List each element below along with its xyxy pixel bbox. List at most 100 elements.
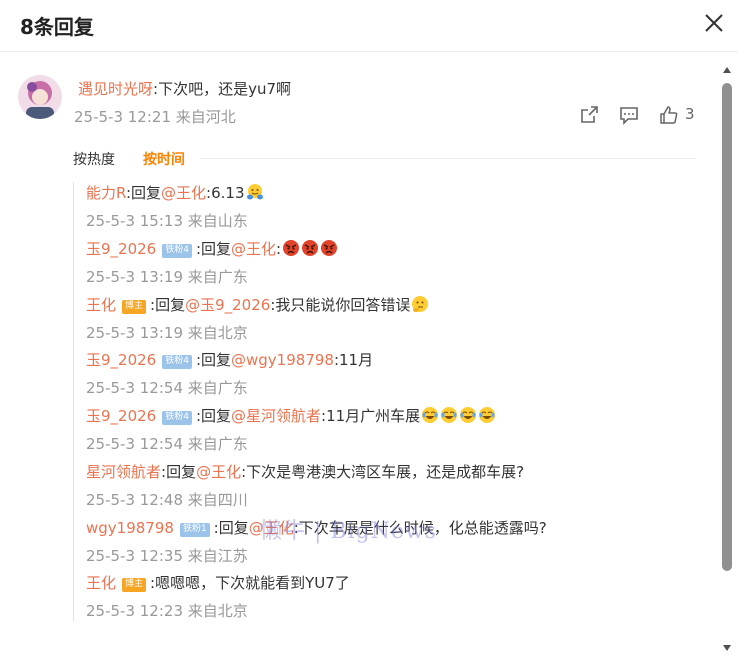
blogger-badge: 博主: [122, 578, 147, 592]
main-comment-line: 遇见时光呀:下次吧，还是yu7啊: [78, 78, 291, 99]
laugh-emoji-icon: [422, 407, 439, 423]
reply-prefix: :回复: [195, 351, 232, 369]
reply-text: :11月广州车展: [321, 407, 421, 425]
watermark: 懒牛 | BigNews: [260, 519, 438, 544]
reply-username[interactable]: 王化: [86, 296, 116, 314]
reply-item: 王化 博主:回复@玉9_2026:我只能说你回答错误 25-5-3 13:19 来自…: [86, 294, 696, 344]
reply-text: :下次是粤港澳大湾区车展，还是成都车展?: [241, 463, 525, 481]
reply-line: 星河领航者:回复@王化:下次是粤港澳大湾区车展，还是成都车展?: [86, 461, 696, 483]
mention-link[interactable]: @wgy198798: [231, 351, 334, 369]
share-icon[interactable]: [580, 104, 600, 126]
reply-prefix: :回复: [195, 240, 232, 258]
thumbs-up-icon[interactable]: [659, 104, 679, 126]
reply-username[interactable]: 玉9_2026: [86, 240, 156, 258]
reply-time: 25-5-3 15:13: [86, 212, 183, 230]
reply-location: 来自广东: [187, 268, 248, 286]
reply-item: 玉9_2026 铁粉4:回复@王化: 25-5-3 13:19 来自广东: [86, 238, 696, 288]
reply-line: 玉9_2026 铁粉4:回复@wgy198798:11月: [86, 349, 696, 371]
reply-location: 来自广东: [187, 435, 248, 453]
reply-meta: 25-5-3 12:54 来自广东: [86, 433, 696, 455]
reply-location: 来自四川: [187, 491, 248, 509]
reply-line: 王化 博主:嗯嗯嗯，下次就能看到YU7了: [86, 572, 696, 594]
mention-link[interactable]: @王化: [161, 184, 206, 202]
reply-item: 能力R:回复@王化:6.13 25-5-3 15:13 来自山东: [86, 182, 696, 232]
reply-meta: 25-5-3 13:19 来自北京: [86, 322, 696, 344]
dialog-header: 8条回复: [0, 0, 738, 52]
think-emoji-icon: [412, 296, 429, 312]
reply-line: 王化 博主:回复@玉9_2026:我只能说你回答错误: [86, 294, 696, 316]
reply-prefix: :回复: [195, 407, 232, 425]
reply-time: 25-5-3 12:48: [86, 491, 183, 509]
reply-location: 来自广东: [187, 379, 248, 397]
mention-link[interactable]: @星河领航者: [231, 407, 321, 425]
scrollbar-thumb[interactable]: [722, 83, 732, 571]
scroll-down-arrow[interactable]: [722, 644, 732, 652]
reply-username[interactable]: 星河领航者: [86, 463, 161, 481]
main-comment-location: 来自河北: [175, 108, 236, 126]
main-comment-text: :下次吧，还是yu7啊: [153, 80, 291, 98]
main-comment-time: 25-5-3 12:21: [74, 108, 171, 126]
reply-item: 王化 博主:嗯嗯嗯，下次就能看到YU7了 25-5-3 12:23 来自北京: [86, 572, 696, 622]
reply-meta: 25-5-3 12:35 来自江苏: [86, 545, 696, 567]
tab-sort-hot[interactable]: 按热度: [73, 149, 115, 169]
reply-item: 星河领航者:回复@王化:下次是粤港澳大湾区车展，还是成都车展? 25-5-3 12…: [86, 461, 696, 511]
mention-link[interactable]: @王化: [196, 463, 241, 481]
reply-meta: 25-5-3 12:54 来自广东: [86, 377, 696, 399]
divider: [200, 158, 696, 159]
like-count: 3: [685, 105, 695, 123]
blogger-badge: 博主: [122, 300, 147, 314]
reply-text: :嗯嗯嗯，下次就能看到YU7了: [150, 574, 350, 592]
fan-badge: 铁粉1: [179, 523, 210, 537]
main-comment-meta: 25-5-3 12:21 来自河北: [74, 106, 236, 127]
reply-line: 玉9_2026 铁粉4:回复@王化:: [86, 238, 696, 260]
reply-line: 玉9_2026 铁粉4:回复@星河领航者:11月广州车展: [86, 405, 696, 427]
reply-prefix: :回复: [150, 296, 186, 314]
reply-time: 25-5-3 12:35: [86, 547, 183, 565]
laugh-emoji-icon: [479, 407, 496, 423]
reply-username[interactable]: wgy198798: [86, 519, 174, 537]
reply-text: :11月: [333, 351, 374, 369]
reply-time: 25-5-3 12:54: [86, 435, 183, 453]
reply-prefix: :回复: [161, 463, 197, 481]
comment-thread: 遇见时光呀:下次吧，还是yu7啊 25-5-3 12:21 来自河北 3 按热度…: [0, 60, 716, 659]
mention-link[interactable]: @玉9_2026: [185, 296, 270, 314]
reply-location: 来自山东: [187, 212, 248, 230]
dialog-title: 8条回复: [20, 15, 94, 39]
reply-line: 能力R:回复@王化:6.13: [86, 182, 696, 204]
reply-list: 能力R:回复@王化:6.13 25-5-3 15:13 来自山东 玉9_2026 铁粉…: [73, 182, 703, 622]
hug-emoji-icon: [246, 184, 263, 200]
reply-username[interactable]: 王化: [86, 574, 116, 592]
reply-meta: 25-5-3 12:23 来自北京: [86, 600, 696, 622]
reply-text: :6.13: [206, 184, 245, 202]
close-icon[interactable]: [703, 12, 725, 34]
fan-badge: 铁粉4: [162, 244, 192, 258]
reply-meta: 25-5-3 13:19 来自广东: [86, 266, 696, 288]
reply-time: 25-5-3 12:23: [86, 602, 183, 620]
angry-emoji-icon: [302, 240, 319, 256]
reply-time: 25-5-3 13:19: [86, 324, 183, 342]
reply-time: 25-5-3 12:54: [86, 379, 183, 397]
angry-emoji-icon: [321, 240, 338, 256]
reply-item: 玉9_2026 铁粉4:回复@星河领航者:11月广州车展 25-5-3 12:54 …: [86, 405, 696, 455]
main-comment-username[interactable]: 遇见时光呀: [78, 80, 153, 98]
reply-text: :: [276, 240, 282, 258]
reply-prefix: :回复: [125, 184, 162, 202]
laugh-emoji-icon: [460, 407, 477, 423]
reply-meta: 25-5-3 15:13 来自山东: [86, 210, 696, 232]
reply-username[interactable]: 能力R: [86, 184, 126, 202]
reply-meta: 25-5-3 12:48 来自四川: [86, 489, 696, 511]
reply-username[interactable]: 玉9_2026: [86, 407, 156, 425]
reply-username[interactable]: 玉9_2026: [86, 351, 156, 369]
tab-sort-time[interactable]: 按时间: [143, 149, 185, 169]
reply-prefix: :回复: [213, 519, 249, 537]
reply-text: :我只能说你回答错误: [270, 296, 411, 314]
reply-location: 来自北京: [187, 602, 248, 620]
comment-icon[interactable]: [619, 104, 639, 126]
fan-badge: 铁粉4: [162, 411, 192, 425]
reply-item: 玉9_2026 铁粉4:回复@wgy198798:11月 25-5-3 12:54 …: [86, 349, 696, 399]
scroll-up-arrow[interactable]: [722, 66, 732, 74]
mention-link[interactable]: @王化: [231, 240, 276, 258]
avatar[interactable]: [18, 75, 62, 119]
reply-location: 来自北京: [187, 324, 248, 342]
angry-emoji-icon: [283, 240, 300, 256]
